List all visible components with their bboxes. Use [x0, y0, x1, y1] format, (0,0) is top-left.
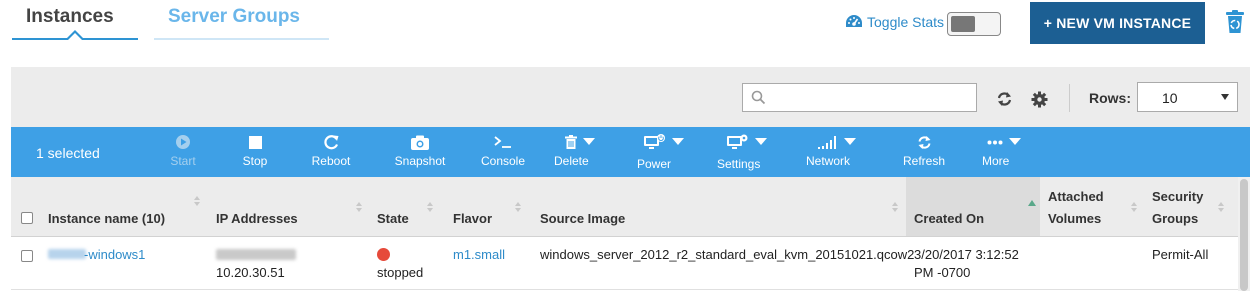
terminal-icon: [494, 136, 511, 148]
toolbar-divider: [1069, 84, 1070, 112]
caret-down-icon: [583, 138, 595, 145]
col-instance-name[interactable]: Instance name (10): [48, 211, 165, 226]
caret-down-icon: [672, 138, 684, 145]
redacted-name-prefix: [48, 249, 86, 259]
created-on-header-bg: [906, 177, 1040, 237]
rows-label: Rows:: [1089, 90, 1131, 106]
sort-icon[interactable]: [1218, 202, 1225, 212]
sort-icon[interactable]: [356, 202, 363, 212]
rows-value: 10: [1162, 90, 1178, 106]
more-dropdown[interactable]: More: [979, 131, 1035, 175]
dashboard-gauge-icon: [846, 15, 862, 27]
console-label: Console: [480, 154, 526, 168]
ip-address: 10.20.30.51: [216, 265, 285, 280]
col-security-groups-line2[interactable]: Groups: [1152, 211, 1198, 226]
gear-icon[interactable]: [1031, 91, 1048, 108]
stats-toggle-switch[interactable]: [947, 12, 1001, 36]
tab-instances[interactable]: Instances: [12, 0, 138, 40]
rows-per-page-select[interactable]: 10: [1137, 82, 1238, 112]
signal-bars-icon: [818, 136, 836, 149]
network-dropdown[interactable]: Network: [803, 131, 869, 175]
col-flavor[interactable]: Flavor: [453, 211, 492, 226]
status-stopped-icon: [377, 248, 390, 261]
tab-server-groups-label: Server Groups: [168, 6, 300, 27]
active-tab-caret-fill: [68, 33, 82, 40]
col-attached-volumes-line2[interactable]: Volumes: [1048, 211, 1101, 226]
stop-label: Stop: [242, 154, 268, 168]
col-security-groups-line1[interactable]: Security: [1152, 189, 1203, 204]
state-text: stopped: [377, 265, 424, 280]
new-vm-instance-button[interactable]: + NEW VM INSTANCE: [1030, 2, 1205, 44]
created-on-line2: PM -0700: [914, 265, 971, 280]
toggle-stats-label: Toggle Stats: [867, 14, 945, 30]
power-icon: [644, 134, 665, 149]
sort-ascending-icon[interactable]: [1028, 200, 1036, 206]
created-on-line1: 3/20/2017 3:12:52: [914, 247, 1019, 262]
row-checkbox[interactable]: [21, 250, 33, 262]
scrollbar-thumb[interactable]: [1240, 179, 1248, 291]
trash-icon: [565, 135, 577, 149]
redacted-ip: [216, 249, 296, 260]
sort-icon[interactable]: [515, 202, 522, 212]
source-image: windows_server_2012_r2_standard_eval_kvm…: [540, 247, 915, 262]
more-label: More: [982, 154, 1010, 168]
row-divider: [11, 289, 1238, 290]
tab-instances-label: Instances: [26, 6, 114, 27]
play-icon: [176, 135, 190, 149]
snapshot-button[interactable]: Snapshot: [389, 131, 451, 175]
power-dropdown[interactable]: Power: [633, 131, 695, 175]
toggle-knob: [951, 16, 975, 32]
start-button[interactable]: Start: [163, 131, 203, 175]
refresh-icon[interactable]: [996, 91, 1013, 107]
flavor-link[interactable]: m1.small: [453, 247, 505, 262]
filter-bar: [11, 67, 1250, 127]
monitor-settings-icon: [727, 134, 748, 149]
action-toolbar: 1 selected Start Stop Reboot Snapshot Co…: [11, 127, 1250, 177]
caret-down-icon: [1009, 138, 1021, 145]
power-label: Power: [637, 157, 672, 171]
settings-label: Settings: [717, 157, 761, 171]
ellipsis-icon: [987, 140, 1003, 144]
sort-icon[interactable]: [427, 202, 434, 212]
sort-icon[interactable]: [1131, 202, 1138, 212]
refresh-button[interactable]: Refresh: [899, 131, 949, 175]
console-button[interactable]: Console: [477, 131, 529, 175]
settings-dropdown[interactable]: Settings: [715, 131, 779, 175]
instance-name-link[interactable]: -windows1: [84, 247, 145, 262]
network-label: Network: [806, 154, 851, 168]
caret-down-icon: [844, 138, 856, 145]
start-label: Start: [170, 154, 196, 168]
search-input[interactable]: [742, 83, 977, 112]
snapshot-label: Snapshot: [394, 154, 446, 168]
search-icon: [751, 90, 766, 105]
tab-server-groups[interactable]: Server Groups: [154, 0, 329, 40]
select-all-checkbox[interactable]: [21, 212, 33, 224]
stop-icon: [248, 135, 262, 149]
col-created-on[interactable]: Created On: [914, 211, 984, 226]
refresh-label: Refresh: [902, 154, 946, 168]
table-header: [11, 177, 1238, 237]
col-attached-volumes-line1[interactable]: Attached: [1048, 189, 1104, 204]
delete-label: Delete: [554, 154, 589, 168]
delete-dropdown[interactable]: Delete: [551, 131, 611, 175]
dropdown-arrow-icon: [1221, 94, 1229, 100]
reboot-icon: [323, 134, 338, 149]
toggle-stats-link[interactable]: Toggle Stats: [845, 14, 944, 30]
recycle-bin-icon[interactable]: [1225, 10, 1245, 34]
reboot-label: Reboot: [311, 154, 351, 168]
table-scrollbar[interactable]: [1238, 177, 1250, 291]
stop-button[interactable]: Stop: [235, 131, 275, 175]
caret-down-icon: [755, 138, 767, 145]
camera-icon: [411, 135, 429, 150]
selected-count: 1 selected: [36, 145, 100, 161]
col-ip-addresses[interactable]: IP Addresses: [216, 211, 298, 226]
sort-icon[interactable]: [892, 202, 899, 212]
refresh-icon: [918, 135, 930, 149]
sort-icon[interactable]: [194, 196, 201, 206]
security-groups: Permit-All: [1152, 247, 1209, 262]
col-source-image[interactable]: Source Image: [540, 211, 625, 226]
reboot-button[interactable]: Reboot: [305, 131, 357, 175]
col-state[interactable]: State: [377, 211, 409, 226]
